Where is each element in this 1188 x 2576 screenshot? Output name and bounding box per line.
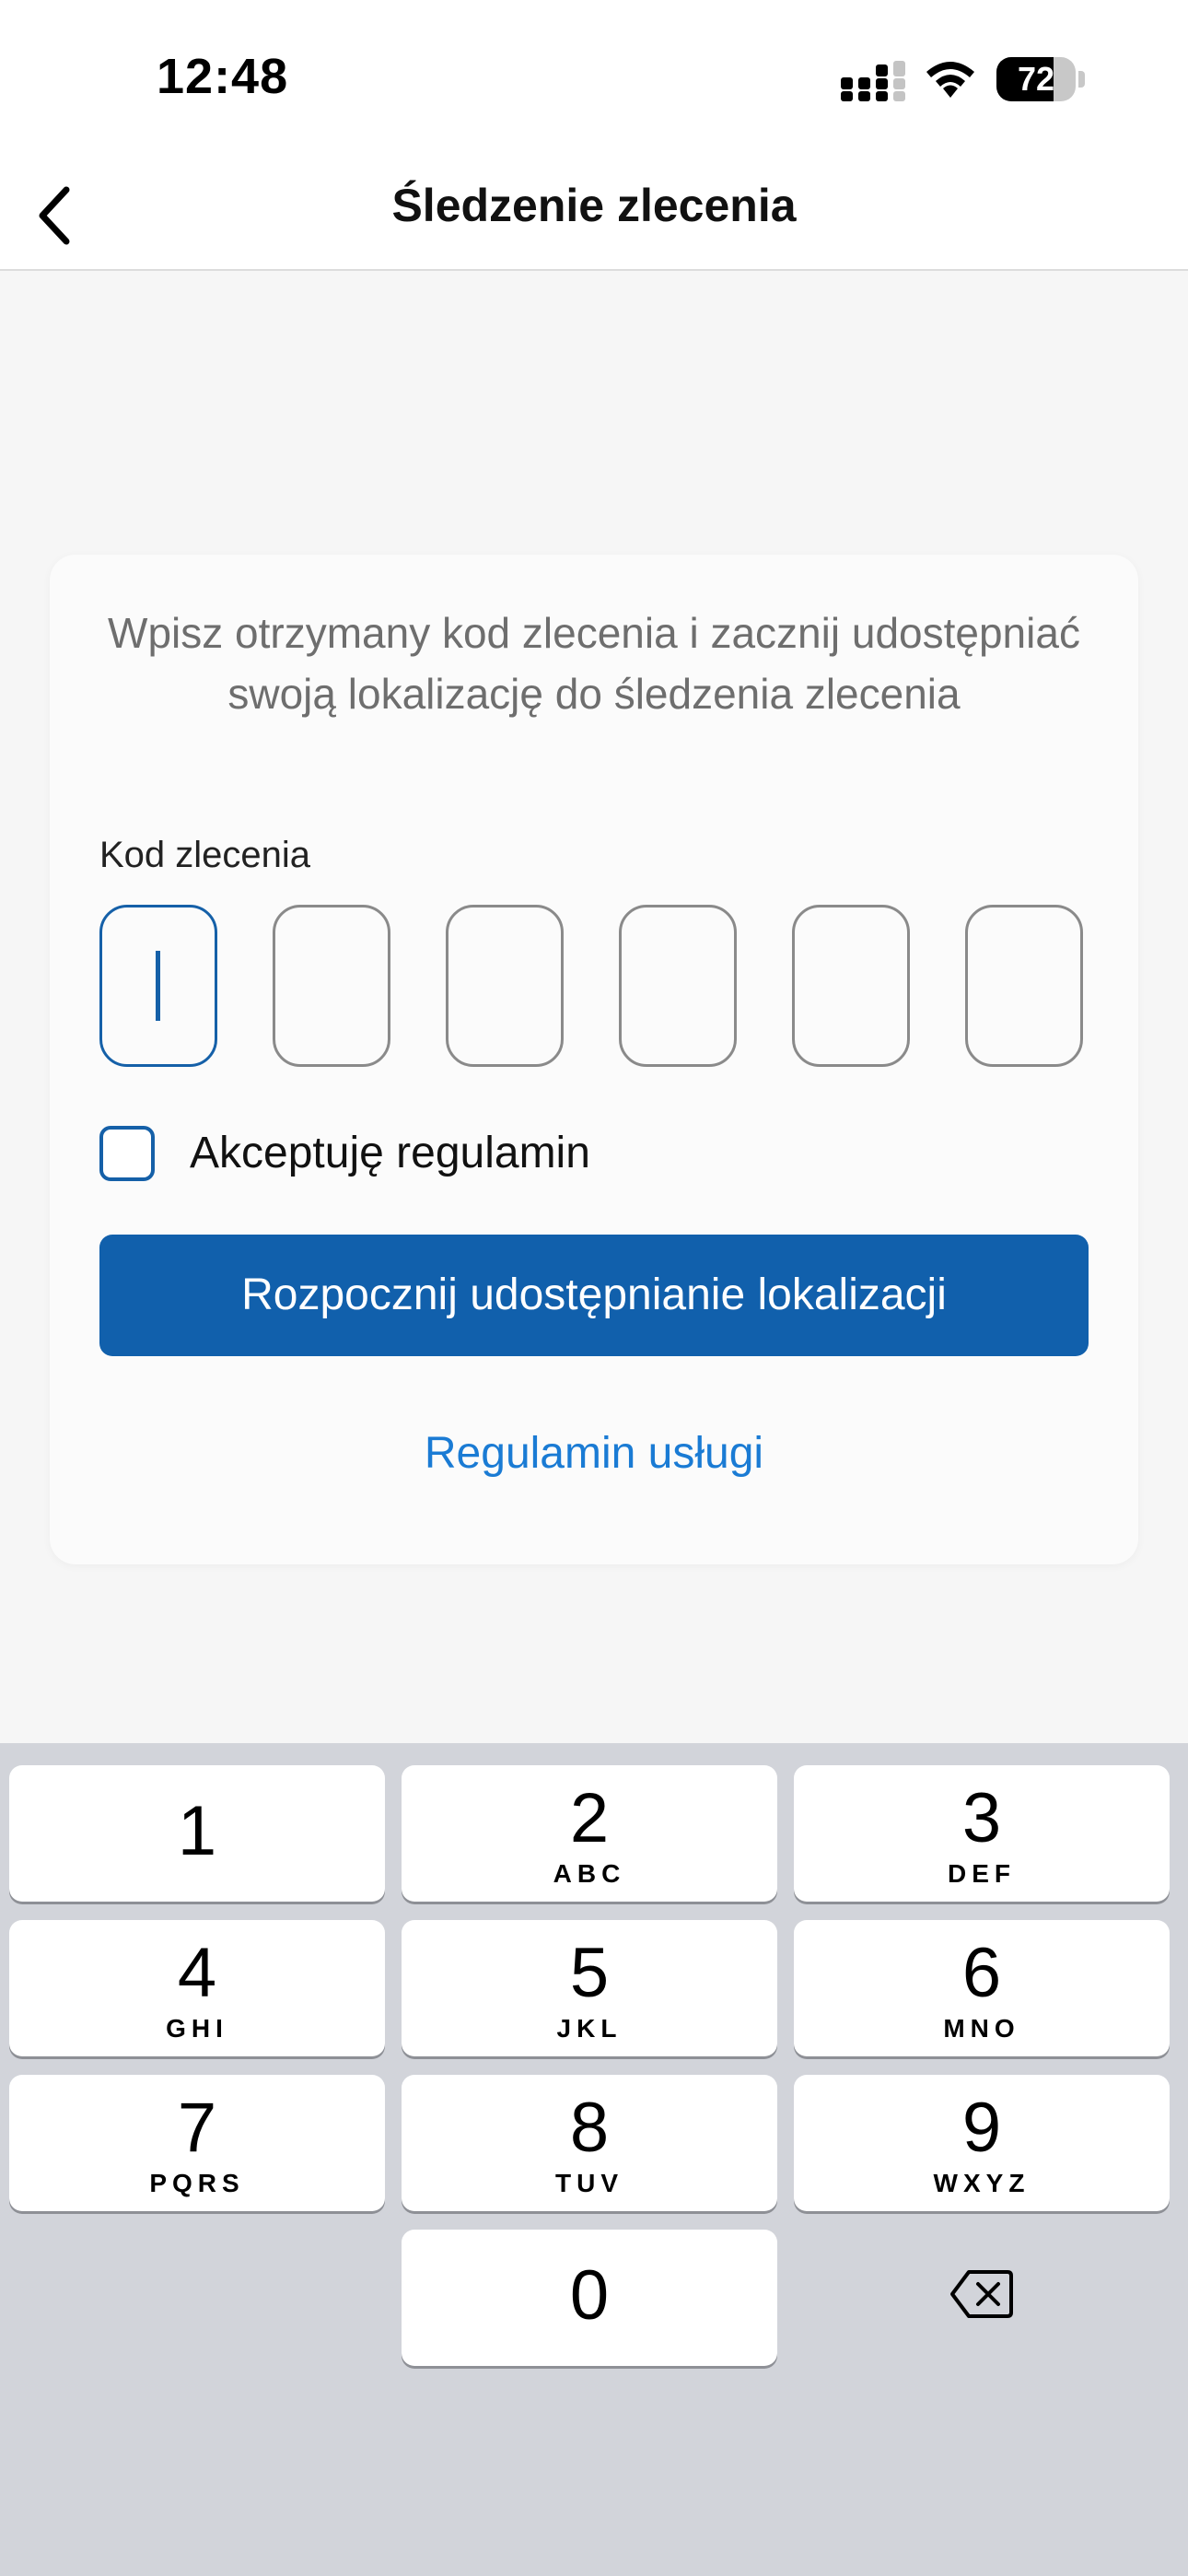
key-0[interactable]: 0 — [402, 2230, 777, 2366]
key-digit: 2 — [569, 1779, 610, 1857]
key-digit: 8 — [569, 2089, 610, 2167]
status-bar: 12:48 72 — [0, 0, 1188, 158]
tracking-code-card: Wpisz otrzymany kod zlecenia i zacznij u… — [50, 555, 1138, 1564]
terms-link[interactable]: Regulamin usługi — [50, 1428, 1138, 1479]
code-cell-2[interactable] — [273, 905, 390, 1067]
key-1[interactable]: 1 — [9, 1765, 385, 1902]
key-7[interactable]: 7 PQRS — [9, 2075, 385, 2211]
key-2[interactable]: 2 ABC — [402, 1765, 777, 1902]
key-digit: 1 — [177, 1792, 217, 1870]
code-cell-3[interactable] — [446, 905, 564, 1067]
code-cell-5[interactable] — [792, 905, 910, 1067]
delete-key[interactable] — [794, 2228, 1170, 2364]
key-letters: DEF — [948, 1859, 1016, 1888]
key-digit: 9 — [961, 2089, 1002, 2167]
battery-icon: 72 — [996, 57, 1085, 101]
code-cell-4[interactable] — [619, 905, 737, 1067]
key-letters: GHI — [166, 2014, 228, 2043]
key-letters: TUV — [555, 2169, 623, 2197]
key-digit: 6 — [961, 1934, 1002, 2012]
key-5[interactable]: 5 JKL — [402, 1920, 777, 2056]
text-cursor — [156, 951, 160, 1021]
key-9[interactable]: 9 WXYZ — [794, 2075, 1170, 2211]
status-time: 12:48 — [157, 49, 289, 104]
key-digit: 3 — [961, 1779, 1002, 1857]
key-letters: JKL — [556, 2014, 623, 2043]
key-digit: 7 — [177, 2089, 217, 2167]
key-digit: 0 — [569, 2256, 610, 2335]
key-letters: PQRS — [149, 2169, 245, 2197]
key-4[interactable]: 4 GHI — [9, 1920, 385, 2056]
signal-icon — [841, 61, 905, 101]
key-8[interactable]: 8 TUV — [402, 2075, 777, 2211]
key-3[interactable]: 3 DEF — [794, 1765, 1170, 1902]
navigation-bar: Śledzenie zlecenia — [0, 158, 1188, 271]
start-sharing-button[interactable]: Rozpocznij udostępnianie lokalizacji — [99, 1235, 1089, 1356]
battery-level: 72 — [1017, 60, 1055, 98]
page-title: Śledzenie zlecenia — [391, 180, 797, 231]
key-letters: WXYZ — [933, 2169, 1031, 2197]
backspace-icon — [950, 2270, 1013, 2318]
numeric-keyboard: 1 2 ABC 3 DEF 4 GHI 5 JKL 6 MNO 7 PQRS 8… — [0, 1743, 1188, 2576]
key-6[interactable]: 6 MNO — [794, 1920, 1170, 2056]
terms-checkbox[interactable] — [99, 1126, 155, 1181]
code-cell-6[interactable] — [965, 905, 1083, 1067]
key-letters: ABC — [553, 1859, 626, 1888]
instruction-text: Wpisz otrzymany kod zlecenia i zacznij u… — [108, 609, 1080, 718]
code-label: Kod zlecenia — [99, 835, 311, 875]
key-digit: 4 — [177, 1934, 217, 2012]
key-digit: 5 — [569, 1934, 610, 2012]
terms-checkbox-label[interactable]: Akceptuję regulamin — [190, 1126, 590, 1181]
key-letters: MNO — [943, 2014, 1020, 2043]
wifi-icon — [926, 62, 974, 98]
